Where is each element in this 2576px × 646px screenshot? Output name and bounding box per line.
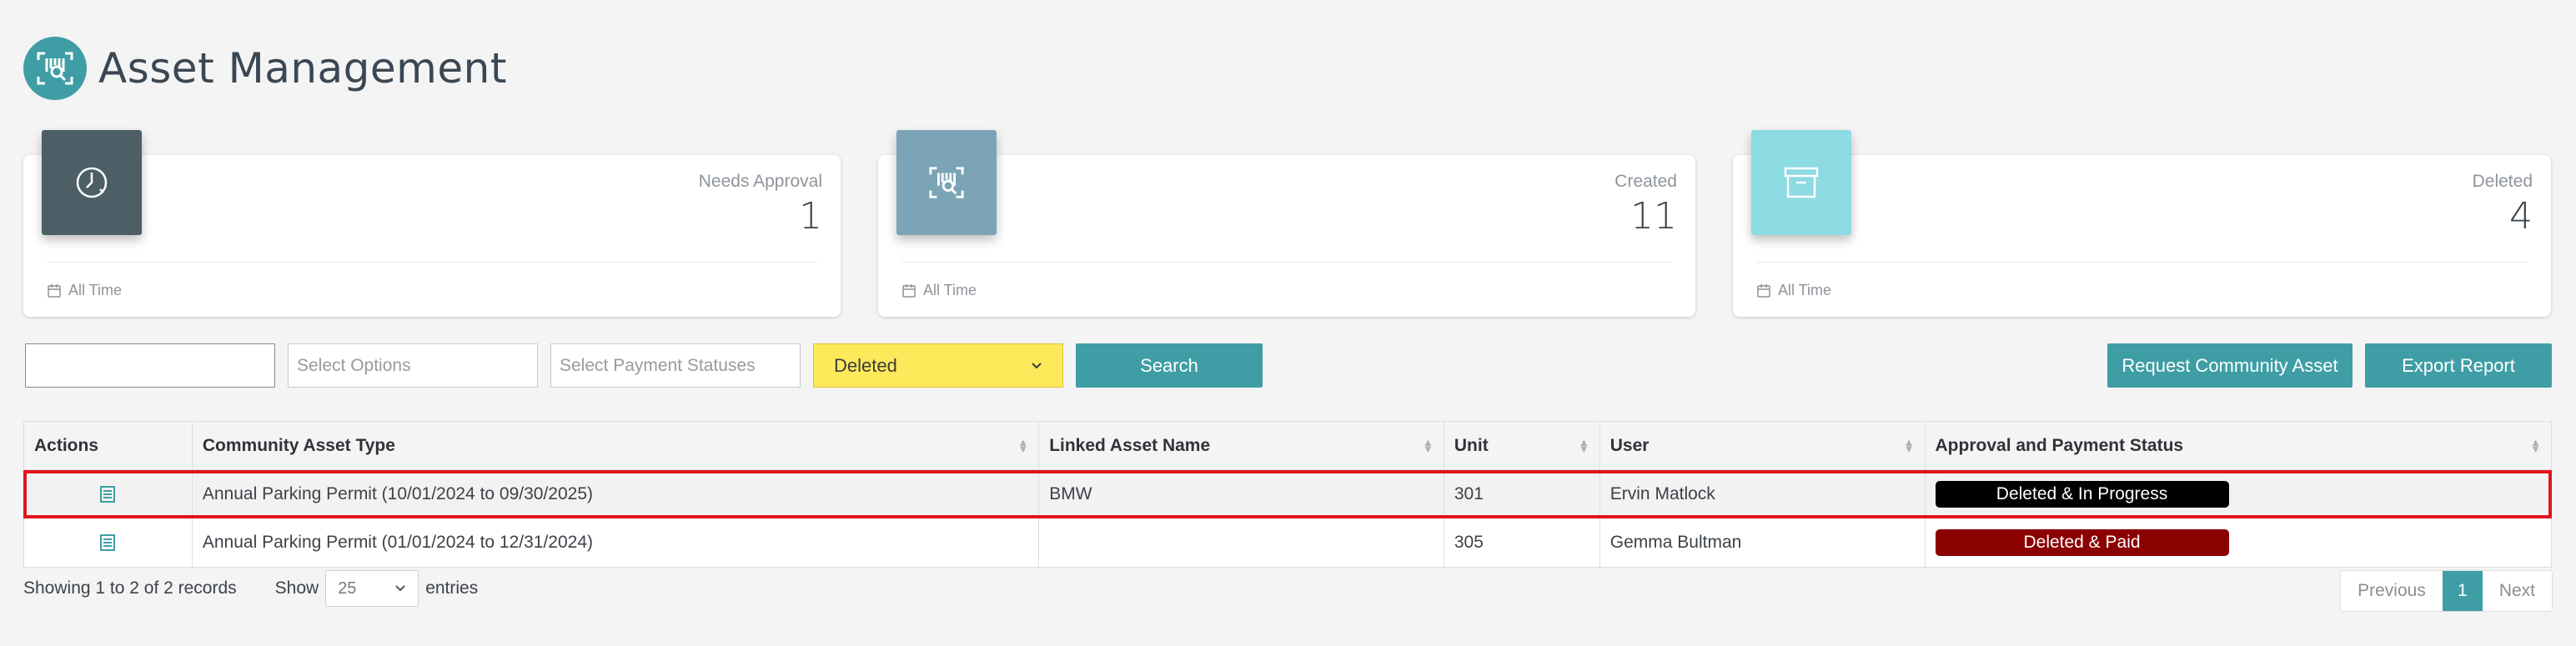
status-cell: Deleted & Paid xyxy=(1926,518,2552,567)
sort-icon: ▲ ▼ xyxy=(1903,435,1915,455)
col-asset-type[interactable]: Community Asset Type ▲ ▼ xyxy=(193,422,1040,469)
actions-cell xyxy=(24,470,193,518)
calendar-icon xyxy=(1757,283,1770,298)
page-header: Asset Management xyxy=(23,37,507,100)
card-value: 11 xyxy=(1630,195,1677,238)
status-badge: Deleted & Paid xyxy=(1935,529,2229,556)
page-size-value: 25 xyxy=(338,578,357,598)
status-select-value: Deleted xyxy=(834,354,897,376)
chevron-down-icon xyxy=(1032,362,1042,368)
col-label: Community Asset Type xyxy=(202,435,395,455)
card-footer-label: All Time xyxy=(923,282,977,298)
calendar-icon xyxy=(902,283,916,298)
card-label: Created xyxy=(1614,172,1677,191)
document-icon[interactable] xyxy=(99,485,116,503)
card-divider xyxy=(901,262,1672,263)
options-select[interactable]: Select Options xyxy=(288,343,538,388)
card-footer: All Time xyxy=(47,282,122,299)
linked-asset-cell: BMW xyxy=(1039,470,1444,518)
card-divider xyxy=(1756,262,2528,263)
pagination: Previous 1 Next xyxy=(2340,570,2553,612)
page-title: Asset Management xyxy=(98,44,507,93)
stat-card-created: Created 11 All Time xyxy=(878,130,1695,317)
status-select[interactable]: Deleted xyxy=(813,343,1063,388)
col-label: Linked Asset Name xyxy=(1049,435,1211,455)
next-page-button[interactable]: Next xyxy=(2482,571,2552,611)
card-value: 1 xyxy=(799,195,822,238)
table-row: Annual Parking Permit (01/01/2024 to 12/… xyxy=(24,518,2551,567)
col-user[interactable]: User ▲ ▼ xyxy=(1600,422,1926,469)
asset-scan-icon xyxy=(23,37,87,100)
asset-scan-icon xyxy=(896,130,997,235)
show-label: Show xyxy=(274,578,319,598)
calendar-icon xyxy=(48,283,61,298)
col-status[interactable]: Approval and Payment Status ▲ ▼ xyxy=(1926,422,2552,469)
table-row: Annual Parking Permit (10/01/2024 to 09/… xyxy=(24,470,2551,518)
col-label: Unit xyxy=(1454,435,1489,455)
status-badge: Deleted & In Progress xyxy=(1935,480,2229,508)
chevron-down-icon xyxy=(395,585,405,592)
clock-icon xyxy=(42,130,142,235)
user-cell: Ervin Matlock xyxy=(1600,470,1926,518)
document-icon[interactable] xyxy=(99,533,116,552)
table-info: Showing 1 to 2 of 2 records Show 25 entr… xyxy=(23,570,478,607)
user-cell: Gemma Bultman xyxy=(1600,518,1926,567)
stat-card-deleted: Deleted 4 All Time xyxy=(1733,130,2551,317)
sort-icon: ▲ ▼ xyxy=(1578,435,1589,455)
card-footer-label: All Time xyxy=(1778,282,1832,298)
actions-cell xyxy=(24,518,193,567)
table-header: Actions Community Asset Type ▲ ▼ Linked As… xyxy=(24,422,2551,470)
stat-card-needs-approval: Needs Approval 1 All Time xyxy=(23,130,841,317)
unit-cell: 301 xyxy=(1444,470,1600,518)
card-footer-label: All Time xyxy=(68,282,123,298)
card-footer: All Time xyxy=(1756,282,1831,299)
card-footer: All Time xyxy=(901,282,977,299)
records-info: Showing 1 to 2 of 2 records xyxy=(23,578,237,598)
sort-icon: ▲ ▼ xyxy=(1423,435,1434,455)
request-community-asset-button[interactable]: Request Community Asset xyxy=(2107,343,2353,388)
status-cell: Deleted & In Progress xyxy=(1926,470,2552,518)
col-actions: Actions xyxy=(24,422,193,469)
assets-table: Actions Community Asset Type ▲ ▼ Linked As… xyxy=(23,421,2552,568)
sort-icon: ▲ ▼ xyxy=(2530,435,2542,455)
search-input[interactable] xyxy=(25,343,275,388)
card-value: 4 xyxy=(2509,195,2533,238)
export-report-button[interactable]: Export Report xyxy=(2365,343,2552,388)
unit-cell: 305 xyxy=(1444,518,1600,567)
sort-icon: ▲ ▼ xyxy=(1017,435,1029,455)
col-linked-asset[interactable]: Linked Asset Name ▲ ▼ xyxy=(1039,422,1444,469)
linked-asset-cell xyxy=(1039,518,1444,567)
card-label: Needs Approval xyxy=(698,172,822,191)
entries-label: entries xyxy=(425,578,479,598)
asset-type-cell: Annual Parking Permit (10/01/2024 to 09/… xyxy=(193,470,1040,518)
page-size-select[interactable]: 25 xyxy=(325,570,419,607)
card-label: Deleted xyxy=(2472,172,2533,191)
col-unit[interactable]: Unit ▲ ▼ xyxy=(1444,422,1600,469)
payment-status-select[interactable]: Select Payment Statuses xyxy=(550,343,801,388)
asset-type-cell: Annual Parking Permit (01/01/2024 to 12/… xyxy=(193,518,1040,567)
col-label: Approval and Payment Status xyxy=(1935,435,2184,455)
col-label: User xyxy=(1609,435,1650,455)
page-1-button[interactable]: 1 xyxy=(2442,571,2483,611)
card-divider xyxy=(47,262,817,263)
previous-page-button[interactable]: Previous xyxy=(2341,571,2443,611)
archive-box-icon xyxy=(1751,130,1851,235)
search-button[interactable]: Search xyxy=(1076,343,1263,388)
